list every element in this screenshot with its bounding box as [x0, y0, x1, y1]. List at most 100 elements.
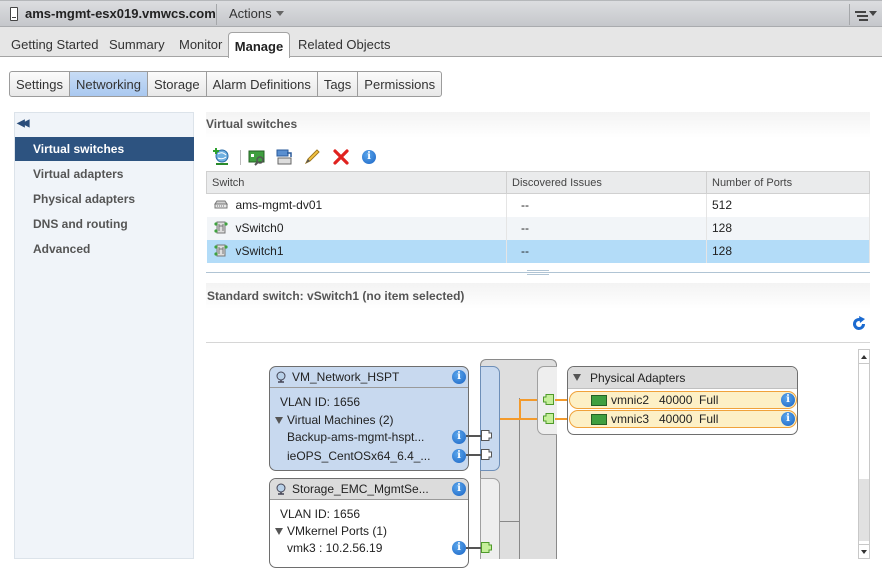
info-icon[interactable]: i	[781, 412, 795, 426]
migrate-adapter-icon[interactable]	[275, 148, 293, 166]
physical-adapter-row[interactable]: vmnic2 40000 Full i	[569, 391, 797, 409]
table-row[interactable]: vSwitch0 -- 128	[206, 216, 870, 240]
vmk-port-icon[interactable]	[481, 542, 492, 553]
expand-triangle-icon	[275, 528, 283, 535]
uplink-port-icon[interactable]	[543, 394, 554, 405]
manage-sub-tabs: Settings Networking Storage Alarm Defini…	[9, 71, 443, 97]
refresh-icon[interactable]	[851, 316, 867, 332]
sidebar-item-virtual-adapters[interactable]: Virtual adapters	[15, 162, 194, 186]
subtab-permissions[interactable]: Permissions	[358, 72, 441, 96]
divider	[206, 342, 870, 343]
object-nav-tabs: Getting Started Summary Monitor Manage R…	[0, 27, 882, 58]
sidebar-item-dns-and-routing[interactable]: DNS and routing	[15, 212, 194, 236]
ports-cell: 512	[706, 193, 870, 217]
issues-cell: --	[506, 193, 707, 217]
caret-down-icon	[869, 11, 877, 16]
remove-icon[interactable]	[332, 148, 350, 166]
sidebar-item-physical-adapters[interactable]: Physical adapters	[15, 187, 194, 211]
nic-icon	[591, 395, 607, 406]
tab-manage[interactable]: Manage	[228, 32, 290, 58]
add-networking-icon[interactable]	[212, 148, 230, 166]
vm-port-icon[interactable]	[481, 449, 492, 460]
switch-cell: vSwitch1	[206, 239, 507, 263]
subtab-alarm-definitions[interactable]: Alarm Definitions	[207, 72, 318, 96]
physical-adapter-row[interactable]: vmnic3 40000 Full i	[569, 410, 797, 428]
toolbar-divider	[240, 150, 241, 165]
physical-adapters-header[interactable]: Physical Adapters	[568, 367, 797, 389]
vm-port-icon[interactable]	[481, 430, 492, 441]
uplink-line	[519, 399, 521, 420]
lines-icon	[859, 19, 868, 21]
sidebar-item-virtual-switches[interactable]: Virtual switches	[15, 137, 194, 161]
sidebar-item-advanced[interactable]: Advanced	[15, 237, 194, 261]
subtab-storage[interactable]: Storage	[148, 72, 207, 96]
adapter-label: vmnic3 40000 Full	[611, 412, 719, 426]
divider	[216, 4, 217, 25]
host-name: ams-mgmt-esx019.vmwcs.com	[25, 6, 216, 21]
host-icon	[10, 7, 18, 21]
table-row[interactable]: ams-mgmt-dv01 -- 512	[206, 193, 870, 217]
port-group-icon	[276, 483, 286, 495]
virtual-switches-table: Switch Discovered Issues Number of Ports…	[206, 171, 870, 263]
actions-label: Actions	[229, 6, 272, 21]
splitter-handle[interactable]	[527, 270, 549, 275]
switch-name: ams-mgmt-dv01	[235, 198, 323, 213]
tab-monitor[interactable]: Monitor	[179, 37, 222, 52]
collapse-sidebar-icon[interactable]: ◀◀	[17, 118, 30, 129]
ports-cell: 128	[706, 239, 870, 263]
edit-icon[interactable]	[303, 148, 321, 166]
port-group-vm-network-hspt[interactable]: VM_Network_HSPT i VLAN ID: 1656 Virtual …	[269, 366, 469, 471]
tab-related-objects[interactable]: Related Objects	[298, 37, 391, 52]
info-icon[interactable]: i	[452, 370, 466, 384]
column-header-number-of-ports[interactable]: Number of Ports	[706, 171, 870, 194]
physical-adapters-box: Physical Adapters vmnic2 40000 Full i vm…	[567, 366, 798, 435]
ports-cell: 128	[706, 216, 870, 240]
diagram-scrollbar[interactable]	[858, 349, 870, 559]
actions-menu-button[interactable]: Actions	[229, 6, 284, 21]
view-options-menu-button[interactable]	[852, 9, 877, 21]
port-group-header: Storage_EMC_MgmtSe... i	[270, 479, 468, 500]
adapter-label: vmnic2 40000 Full	[611, 393, 719, 407]
scrollbar-thumb[interactable]	[859, 479, 869, 541]
vm-section-toggle[interactable]: Virtual Machines (2)	[275, 413, 394, 427]
info-icon[interactable]: i	[452, 430, 466, 444]
port-group-storage-emc[interactable]: Storage_EMC_MgmtSe... i VLAN ID: 1656 VM…	[269, 478, 469, 568]
column-header-discovered-issues[interactable]: Discovered Issues	[506, 171, 707, 194]
vmkernel-item[interactable]: vmk3 : 10.2.56.19	[287, 541, 382, 555]
vm-item[interactable]: Backup-ams-mgmt-hspt...	[287, 430, 424, 444]
vmk-connector-line	[466, 547, 482, 549]
tab-summary[interactable]: Summary	[109, 37, 165, 52]
uplink-line	[519, 399, 537, 401]
vlan-id: VLAN ID: 1656	[280, 507, 361, 521]
lines-icon	[855, 11, 866, 13]
standard-switch-icon	[213, 244, 228, 257]
info-icon[interactable]: i	[781, 393, 795, 407]
issues-cell: --	[506, 239, 707, 263]
column-header-switch[interactable]: Switch	[206, 171, 507, 194]
divider	[849, 4, 850, 25]
info-icon[interactable]: i	[452, 449, 466, 463]
info-icon[interactable]: i	[452, 541, 466, 555]
vm-item[interactable]: ieOPS_CentOSx64_6.4_...	[287, 449, 430, 463]
vm-connector-line	[466, 454, 482, 456]
tab-getting-started[interactable]: Getting Started	[11, 37, 98, 52]
subtab-tags[interactable]: Tags	[318, 72, 359, 96]
switch-name: vSwitch0	[235, 221, 284, 235]
manage-physical-adapters-icon[interactable]	[248, 148, 266, 166]
switch-cell: ams-mgmt-dv01	[206, 193, 507, 217]
port-group-icon	[276, 371, 286, 383]
virtual-switches-header: Virtual switches	[206, 112, 870, 138]
standard-switch-icon	[213, 221, 228, 234]
scroll-down-arrow-icon[interactable]	[859, 544, 869, 558]
table-row-selected[interactable]: vSwitch1 -- 128	[206, 239, 870, 263]
section-title: Virtual switches	[206, 117, 298, 131]
scroll-up-arrow-icon[interactable]	[859, 350, 869, 364]
info-icon[interactable]: i	[452, 482, 466, 496]
expand-triangle-icon	[275, 417, 283, 424]
subtab-settings[interactable]: Settings	[10, 72, 70, 96]
info-icon[interactable]: i	[362, 150, 376, 164]
subtab-networking[interactable]: Networking	[69, 72, 149, 96]
vmkernel-section-toggle[interactable]: VMkernel Ports (1)	[275, 524, 387, 538]
uplink-port-icon[interactable]	[543, 413, 554, 424]
switch-name: vSwitch1	[235, 244, 284, 258]
